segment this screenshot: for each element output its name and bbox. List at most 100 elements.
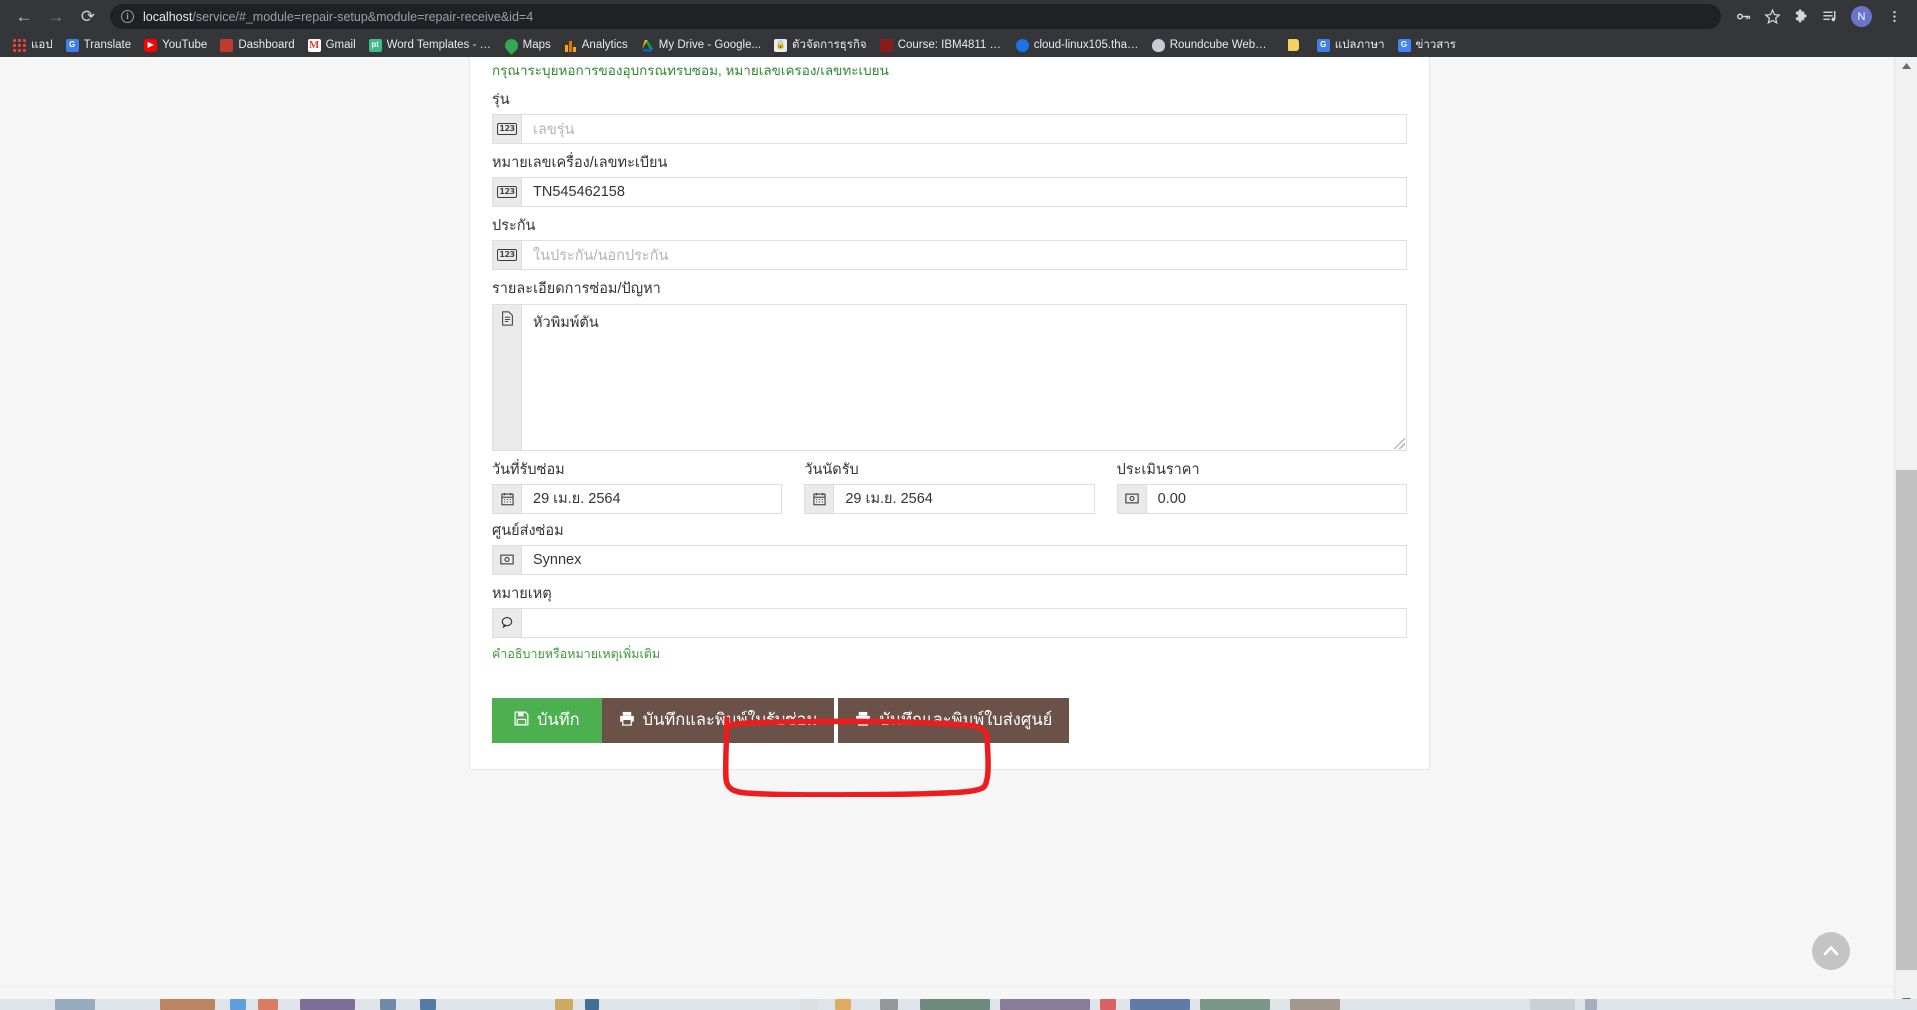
- money-icon: [1117, 484, 1147, 513]
- star-icon[interactable]: [1759, 4, 1785, 30]
- toolbar-actions: N: [1727, 4, 1907, 30]
- field-details-textarea-shell[interactable]: หัวพิมพ์ตัน: [492, 303, 1407, 451]
- bookmark-dashboard[interactable]: Dashboard: [214, 35, 300, 55]
- browser-chrome: ← → ⟳ i localhost/service/#_module=repai…: [0, 0, 1917, 57]
- google-maps-pin-icon: [501, 35, 521, 55]
- field-warranty-label: ประกัน: [492, 218, 536, 235]
- cloud-linux-icon: [1015, 38, 1029, 52]
- field-estimate-price-input[interactable]: 0.00: [1147, 485, 1406, 513]
- number-123-icon: 123: [493, 178, 522, 207]
- browser-toolbar: ← → ⟳ i localhost/service/#_module=repai…: [0, 0, 1917, 33]
- bookmark-cloud-linux[interactable]: cloud-linux105.thai...: [1010, 35, 1145, 55]
- date-price-row: วันที่รับซ่อม 29 เม.ย. 2564 วันนัดรับ 29…: [492, 453, 1407, 514]
- save-button-label: บันทึก: [537, 711, 580, 730]
- save-print-receive-button[interactable]: บันทึกและพิมพ์ใบรับซ่อม: [601, 697, 835, 743]
- number-123-icon: 123: [493, 241, 522, 270]
- bookmark-gmail[interactable]: M Gmail: [302, 35, 362, 55]
- bookmark-maps[interactable]: Maps: [499, 35, 557, 55]
- google-translate-icon: G: [65, 38, 79, 52]
- forward-arrow-icon[interactable]: →: [42, 3, 70, 31]
- bookmark-course[interactable]: Course: IBM4811 In...: [874, 35, 1009, 55]
- scroll-to-top-icon: [1823, 946, 1839, 956]
- field-serial-input-shell[interactable]: 123 TN545462158: [492, 177, 1407, 208]
- field-receive-date-label: วันที่รับซ่อม: [492, 461, 565, 478]
- media-list-icon[interactable]: [1817, 4, 1843, 30]
- address-bar[interactable]: i localhost/service/#_module=repair-setu…: [110, 4, 1721, 29]
- google-analytics-icon: [564, 39, 577, 52]
- field-warranty-input-shell[interactable]: 123 ในประกัน/นอกประกัน: [492, 240, 1407, 271]
- bookmark-word-templates[interactable]: pt Word Templates - F...: [363, 35, 498, 55]
- field-appointment-date-input-shell[interactable]: 29 เม.ย. 2564: [804, 483, 1095, 514]
- bookmark-label: Course: IBM4811 In...: [897, 39, 1003, 51]
- bookmark-label: Dashboard: [238, 39, 295, 51]
- bookmark-label: ตัวจัดการธุรกิจ: [792, 39, 867, 51]
- bookmark-label: แปลภาษา: [1334, 39, 1385, 51]
- extensions-puzzle-icon[interactable]: [1788, 4, 1814, 30]
- google-news-icon: G: [1397, 38, 1411, 52]
- field-remark-input-shell[interactable]: [492, 607, 1407, 638]
- bookmark-translate[interactable]: G Translate: [60, 35, 138, 55]
- field-serial-input[interactable]: TN545462158: [522, 178, 1406, 206]
- bookmark-label: cloud-linux105.thai...: [1033, 39, 1139, 51]
- scrollbar-thumb[interactable]: [1896, 470, 1917, 970]
- field-appointment-date-label: วันนัดรับ: [804, 461, 859, 478]
- field-service-center-input-shell[interactable]: Synnex: [492, 544, 1407, 575]
- scroll-to-top-button[interactable]: [1812, 932, 1850, 970]
- bookmark-label: Roundcube Webma...: [1169, 39, 1275, 51]
- field-model-input[interactable]: เลขรุ่น: [522, 115, 1406, 143]
- roundcube-icon: [1151, 38, 1165, 52]
- field-details: รายละเอียดการซ่อม/ปัญหา หัวพิมพ์ตัน: [492, 272, 1407, 451]
- field-receive-date-input-shell[interactable]: 29 เม.ย. 2564: [492, 483, 783, 514]
- field-service-center-input[interactable]: Synnex: [522, 546, 1406, 574]
- document-icon: [493, 304, 522, 450]
- bookmark-folder[interactable]: [1282, 35, 1310, 55]
- bookmark-label: ข่าวสาร: [1415, 39, 1456, 51]
- form-hint-cutoff-text: กรุณาระบุยี่ห้อการของอุปกรณ์ที่รับซ่อม, …: [492, 67, 889, 78]
- folder-icon: [1287, 39, 1299, 51]
- page-scrollbar[interactable]: [1894, 57, 1917, 1010]
- reload-icon[interactable]: ⟳: [74, 3, 102, 31]
- field-serial: หมายเลขเครื่อง/เลขทะเบียน 123 TN54546215…: [492, 146, 1407, 208]
- profile-avatar[interactable]: N: [1851, 6, 1872, 27]
- site-info-icon[interactable]: i: [121, 10, 134, 23]
- money-icon: [493, 545, 522, 574]
- save-button[interactable]: บันทึก: [492, 697, 602, 743]
- field-remark: หมายเหตุ: [492, 577, 1407, 638]
- bookmark-business-manager[interactable]: 🔒 ตัวจัดการธุรกิจ: [768, 35, 873, 55]
- field-remark-help: คำอธิบายหรือหมายเหตุเพิ่มเติม: [492, 646, 661, 661]
- field-warranty-input[interactable]: ในประกัน/นอกประกัน: [522, 241, 1406, 269]
- key-icon[interactable]: [1730, 4, 1756, 30]
- field-remark-input[interactable]: [522, 609, 1406, 637]
- textarea-resize-handle[interactable]: [1394, 437, 1405, 449]
- bookmark-youtube[interactable]: ▶ YouTube: [138, 35, 213, 55]
- prezi-icon: pt: [368, 38, 382, 52]
- scrollbar-up-arrow[interactable]: [1895, 57, 1917, 75]
- calendar-icon[interactable]: [493, 484, 522, 513]
- windows-taskbar: [0, 999, 1917, 1010]
- save-print-center-button[interactable]: บันทึกและพิมพ์ใบส่งศูนย์: [838, 697, 1070, 743]
- course-shield-icon: [879, 38, 893, 52]
- field-service-center: ศูนย์ส่งซ่อม Synnex: [492, 514, 1407, 575]
- three-dot-menu-icon[interactable]: [1881, 4, 1907, 30]
- printer-icon: [855, 711, 871, 729]
- url-host: localhost: [143, 9, 193, 24]
- field-details-textarea[interactable]: หัวพิมพ์ตัน: [522, 305, 1406, 450]
- google-drive-icon: [641, 39, 654, 52]
- field-serial-label: หมายเลขเครื่อง/เลขทะเบียน: [492, 155, 668, 172]
- bookmark-roundcube[interactable]: Roundcube Webma...: [1146, 35, 1281, 55]
- bookmark-translate-th[interactable]: G แปลภาษา: [1311, 35, 1391, 55]
- bookmark-analytics[interactable]: Analytics: [558, 35, 634, 55]
- printer-icon: [619, 711, 635, 729]
- field-estimate-price-input-shell[interactable]: 0.00: [1116, 483, 1407, 514]
- bookmark-apps[interactable]: แอป: [7, 35, 59, 55]
- youtube-icon: ▶: [144, 38, 158, 52]
- field-receive-date: วันที่รับซ่อม 29 เม.ย. 2564: [492, 453, 804, 514]
- bookmark-label: Analytics: [581, 39, 628, 51]
- bookmark-news[interactable]: G ข่าวสาร: [1392, 35, 1462, 55]
- back-arrow-icon[interactable]: ←: [10, 3, 38, 31]
- field-model-input-shell[interactable]: 123 เลขรุ่น: [492, 114, 1407, 145]
- calendar-icon[interactable]: [805, 484, 835, 513]
- field-appointment-date-input[interactable]: 29 เม.ย. 2564: [834, 485, 1093, 513]
- bookmark-my-drive[interactable]: My Drive - Google...: [635, 35, 767, 55]
- field-receive-date-input[interactable]: 29 เม.ย. 2564: [522, 485, 781, 513]
